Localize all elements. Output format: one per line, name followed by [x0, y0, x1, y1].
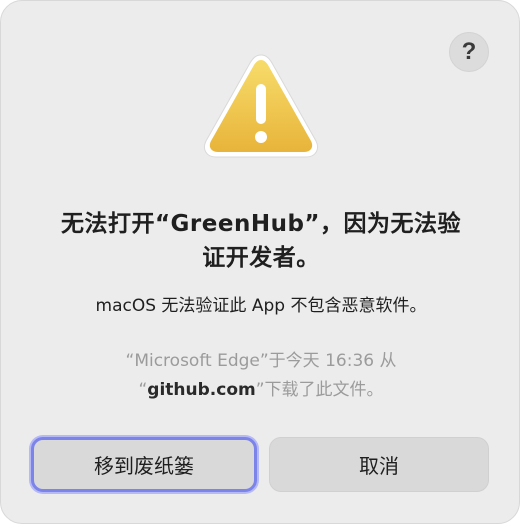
alert-dialog: ? 无法打开“GreenHub”，因为无法验 证开发者。 macOS 无法验证此…: [0, 0, 520, 524]
cancel-label: 取消: [359, 454, 399, 478]
source-line: “github.com”下载了此文件。: [1, 376, 520, 405]
quote-mark: “: [138, 380, 148, 400]
help-button[interactable]: ?: [449, 32, 489, 72]
dialog-title-line: 无法打开“GreenHub”，因为无法验: [60, 211, 462, 237]
dialog-message: macOS 无法验证此 App 不包含恶意软件。: [95, 296, 427, 316]
move-to-trash-button[interactable]: 移到废纸篓: [31, 437, 257, 492]
move-to-trash-label: 移到废纸篓: [94, 454, 194, 478]
download-source-info: “Microsoft Edge”于今天 16:36 从 “github.com”…: [1, 347, 520, 405]
help-icon: ?: [461, 38, 477, 65]
source-host: github.com: [147, 380, 256, 400]
source-line-rest: ”下载了此文件。: [255, 380, 384, 400]
source-line: “Microsoft Edge”于今天 16:36 从: [125, 351, 397, 371]
dialog-title: 无法打开“GreenHub”，因为无法验 证开发者。: [1, 207, 520, 275]
warning-triangle-icon: [203, 54, 319, 158]
cancel-button[interactable]: 取消: [269, 437, 489, 492]
dialog-title-line: 证开发者。: [202, 245, 320, 271]
